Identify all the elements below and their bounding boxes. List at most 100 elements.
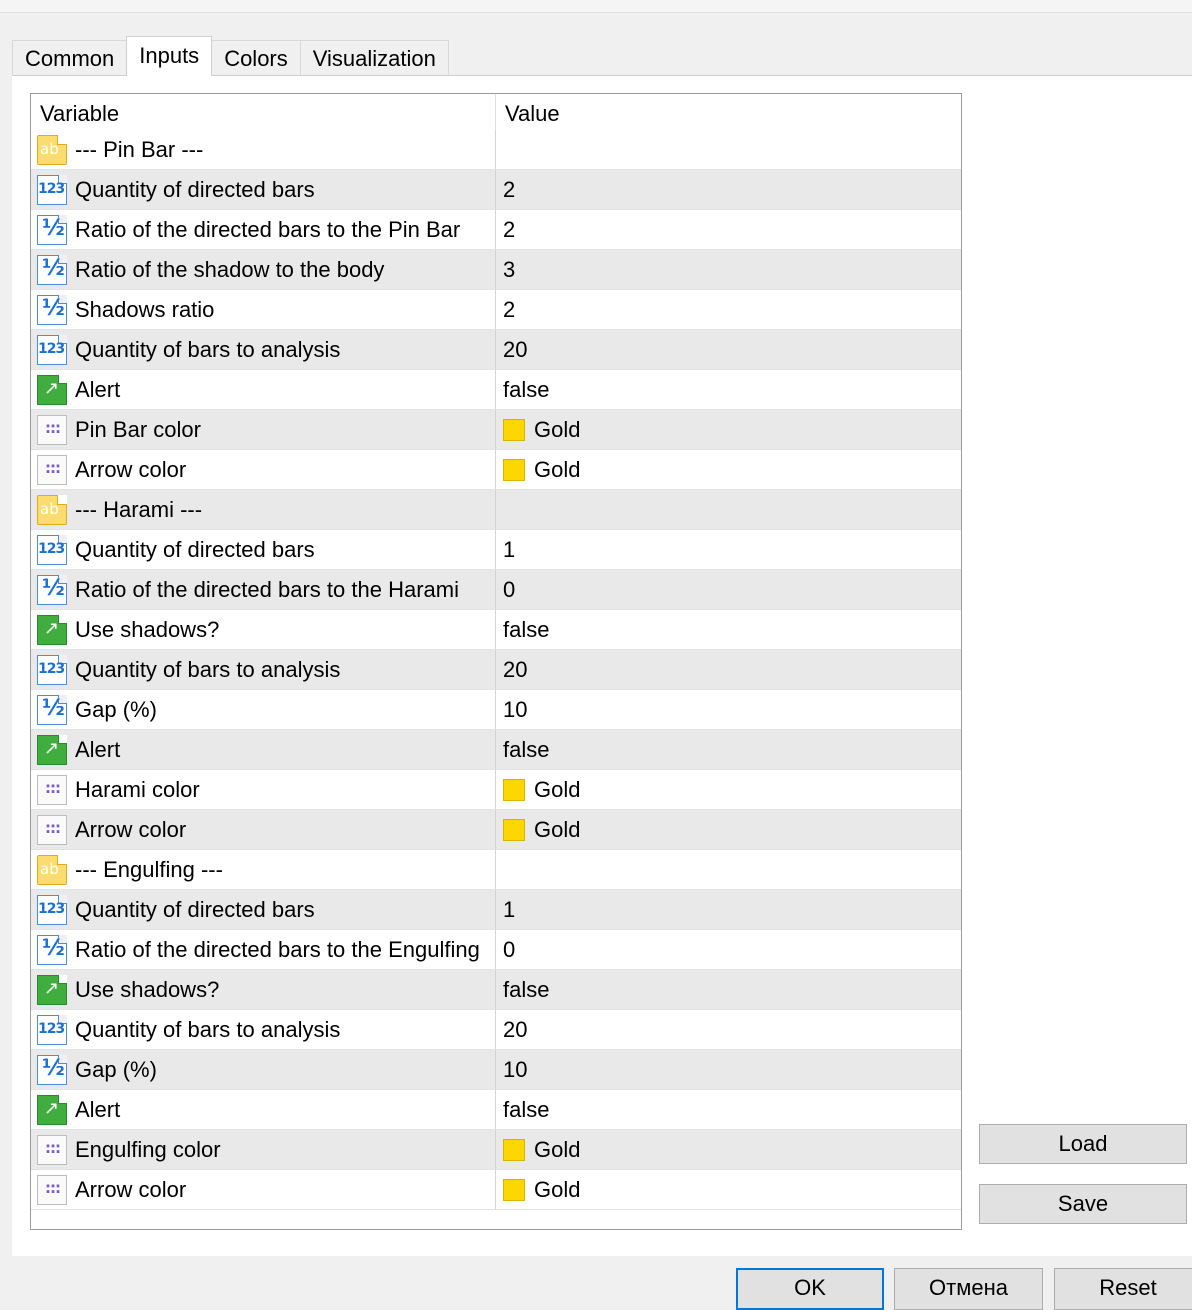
table-row[interactable]: --- Pin Bar ---: [31, 130, 961, 170]
variable-label: Arrow color: [75, 816, 187, 842]
table-row[interactable]: Use shadows? false: [31, 610, 961, 650]
table-row[interactable]: Alert false: [31, 730, 961, 770]
table-row[interactable]: Engulfing color Gold: [31, 1130, 961, 1170]
table-row[interactable]: Arrow color Gold: [31, 1170, 961, 1210]
tab-colors[interactable]: Colors: [211, 40, 301, 76]
double-type-icon: [37, 294, 67, 325]
value-cell[interactable]: false: [495, 970, 961, 1009]
value-cell[interactable]: false: [495, 610, 961, 649]
column-header-value[interactable]: Value: [495, 94, 961, 134]
value-text: Gold: [534, 416, 581, 442]
table-row[interactable]: Ratio of the directed bars to the Pin Ba…: [31, 210, 961, 250]
variable-cell: Ratio of the directed bars to the Engulf…: [31, 930, 495, 969]
table-row[interactable]: Arrow color Gold: [31, 810, 961, 850]
variable-label: Ratio of the directed bars to the Pin Ba…: [75, 216, 461, 242]
table-row[interactable]: Gap (%) 10: [31, 1050, 961, 1090]
table-row[interactable]: Arrow color Gold: [31, 450, 961, 490]
value-cell[interactable]: 20: [495, 1010, 961, 1049]
value-text: Gold: [534, 1136, 581, 1162]
color-swatch[interactable]: [503, 778, 525, 801]
table-row[interactable]: Use shadows? false: [31, 970, 961, 1010]
value-text: Gold: [534, 1176, 581, 1202]
variable-cell: Alert: [31, 370, 495, 409]
variable-label: Harami color: [75, 776, 200, 802]
variable-cell: Ratio of the directed bars to the Harami: [31, 570, 495, 609]
table-row[interactable]: Quantity of directed bars 1: [31, 890, 961, 930]
value-cell[interactable]: Gold: [495, 450, 961, 489]
table-row[interactable]: Quantity of bars to analysis 20: [31, 1010, 961, 1050]
table-row[interactable]: Harami color Gold: [31, 770, 961, 810]
value-cell[interactable]: Gold: [495, 410, 961, 449]
table-row[interactable]: Quantity of bars to analysis 20: [31, 650, 961, 690]
color-swatch[interactable]: [503, 1138, 525, 1161]
variable-cell: Alert: [31, 1090, 495, 1129]
ok-button[interactable]: OK: [736, 1268, 884, 1310]
variable-cell: --- Harami ---: [31, 490, 495, 529]
color-swatch[interactable]: [503, 818, 525, 841]
variable-label: Ratio of the shadow to the body: [75, 256, 385, 282]
integer-type-icon: [37, 174, 67, 205]
value-cell[interactable]: Gold: [495, 1130, 961, 1169]
value-text: 1: [503, 896, 516, 922]
table-row[interactable]: Quantity of directed bars 1: [31, 530, 961, 570]
variable-cell: Engulfing color: [31, 1130, 495, 1169]
value-cell[interactable]: 2: [495, 210, 961, 249]
value-cell[interactable]: Gold: [495, 1170, 961, 1209]
value-cell[interactable]: 2: [495, 170, 961, 209]
value-cell[interactable]: [495, 490, 961, 529]
value-cell[interactable]: false: [495, 730, 961, 769]
table-row[interactable]: Alert false: [31, 1090, 961, 1130]
value-cell[interactable]: 0: [495, 930, 961, 969]
value-text: 2: [503, 216, 516, 242]
value-cell[interactable]: 20: [495, 650, 961, 689]
color-swatch[interactable]: [503, 418, 525, 441]
reset-button[interactable]: Reset: [1054, 1268, 1192, 1310]
table-row[interactable]: Ratio of the directed bars to the Harami…: [31, 570, 961, 610]
value-cell[interactable]: Gold: [495, 810, 961, 849]
table-row[interactable]: --- Harami ---: [31, 490, 961, 530]
value-cell[interactable]: 2: [495, 290, 961, 329]
table-row[interactable]: Pin Bar color Gold: [31, 410, 961, 450]
value-cell[interactable]: 0: [495, 570, 961, 609]
double-type-icon: [37, 1054, 67, 1085]
table-row[interactable]: --- Engulfing ---: [31, 850, 961, 890]
value-cell[interactable]: Gold: [495, 770, 961, 809]
value-cell[interactable]: [495, 130, 961, 169]
tab-inputs[interactable]: Inputs: [126, 36, 213, 76]
variable-label: Use shadows?: [75, 616, 220, 642]
table-row[interactable]: Shadows ratio 2: [31, 290, 961, 330]
string-type-icon: [37, 854, 67, 885]
variable-cell: Quantity of directed bars: [31, 170, 495, 209]
value-cell[interactable]: [495, 850, 961, 889]
string-type-icon: [37, 134, 67, 165]
variable-label: Use shadows?: [75, 976, 220, 1002]
variable-cell: Alert: [31, 730, 495, 769]
table-row[interactable]: Quantity of directed bars 2: [31, 170, 961, 210]
value-cell[interactable]: 10: [495, 1050, 961, 1089]
value-cell[interactable]: 1: [495, 530, 961, 569]
value-text: false: [503, 616, 550, 642]
table-row[interactable]: Quantity of bars to analysis 20: [31, 330, 961, 370]
color-swatch[interactable]: [503, 458, 525, 481]
color-swatch[interactable]: [503, 1178, 525, 1201]
value-cell[interactable]: 3: [495, 250, 961, 289]
save-button[interactable]: Save: [979, 1184, 1187, 1224]
bool-type-icon: [37, 1094, 67, 1125]
value-cell[interactable]: 20: [495, 330, 961, 369]
table-row[interactable]: Ratio of the directed bars to the Engulf…: [31, 930, 961, 970]
value-cell[interactable]: 1: [495, 890, 961, 929]
value-cell[interactable]: false: [495, 1090, 961, 1129]
variable-label: Ratio of the directed bars to the Harami: [75, 576, 459, 602]
value-cell[interactable]: 10: [495, 690, 961, 729]
column-header-variable[interactable]: Variable: [31, 94, 495, 134]
table-row[interactable]: Gap (%) 10: [31, 690, 961, 730]
tab-common[interactable]: Common: [12, 40, 128, 76]
value-cell[interactable]: false: [495, 370, 961, 409]
double-type-icon: [37, 254, 67, 285]
table-row[interactable]: Ratio of the shadow to the body 3: [31, 250, 961, 290]
load-button[interactable]: Load: [979, 1124, 1187, 1164]
cancel-button[interactable]: Отмена: [894, 1268, 1043, 1310]
tab-visualization[interactable]: Visualization: [299, 40, 449, 76]
table-row[interactable]: Alert false: [31, 370, 961, 410]
variable-cell: Quantity of directed bars: [31, 530, 495, 569]
